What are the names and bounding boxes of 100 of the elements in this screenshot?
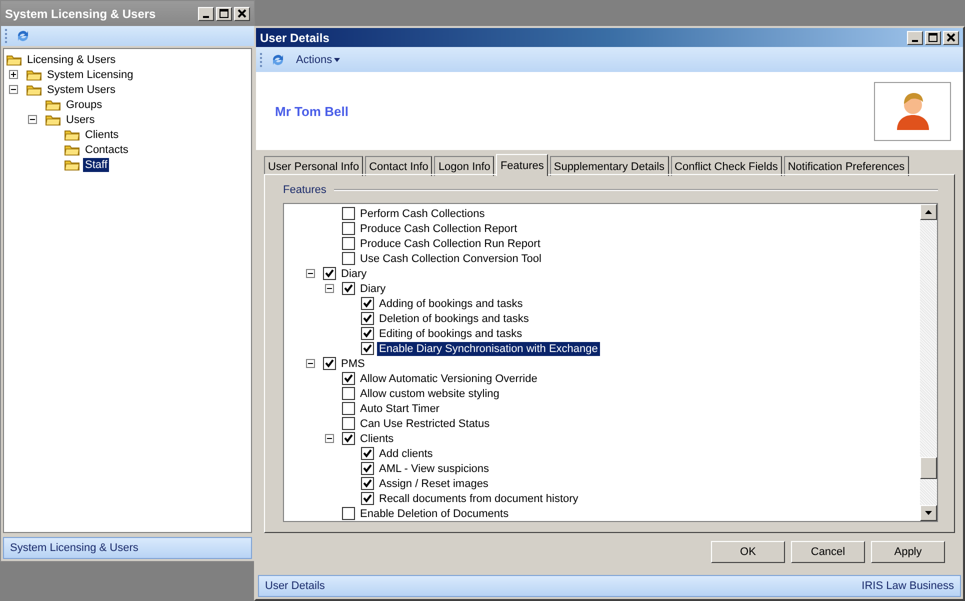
group-title: Features: [283, 184, 326, 196]
scroll-thumb[interactable]: [920, 457, 937, 479]
minimize-button[interactable]: [198, 6, 214, 20]
collapse-icon[interactable]: [325, 434, 334, 443]
feature-item[interactable]: PMS: [339, 356, 367, 370]
folder-icon: [45, 113, 61, 126]
scroll-down-button[interactable]: [920, 505, 937, 521]
folder-icon: [64, 143, 80, 156]
maximize-button[interactable]: [216, 6, 232, 20]
tree-item[interactable]: Contacts: [83, 142, 130, 156]
tab[interactable]: User Personal Info: [264, 156, 364, 176]
feature-item[interactable]: Use Cash Collection Conversion Tool: [358, 252, 544, 266]
down-arrow-icon: [925, 511, 932, 515]
feature-item[interactable]: Deletion of bookings and tasks: [377, 312, 531, 326]
tree-item[interactable]: Users: [64, 112, 97, 126]
collapse-icon[interactable]: [325, 284, 334, 293]
checkbox[interactable]: [342, 237, 355, 250]
feature-item[interactable]: Auto Start Timer: [358, 402, 442, 416]
feature-item[interactable]: Editing of bookings and tasks: [377, 326, 524, 340]
feature-item[interactable]: Enable Diary Synchronisation with Exchange: [377, 342, 600, 356]
feature-item[interactable]: Recall documents from document history: [377, 492, 580, 506]
folder-icon: [6, 53, 22, 66]
checkbox[interactable]: [361, 462, 374, 475]
checkbox[interactable]: [361, 492, 374, 505]
maximize-button[interactable]: [925, 30, 941, 44]
toolbar-grip: [5, 29, 9, 43]
checkbox[interactable]: [323, 357, 336, 370]
actions-menu-button[interactable]: Actions: [292, 52, 344, 68]
feature-item[interactable]: Clients: [358, 432, 396, 446]
tree-item[interactable]: Licensing & Users: [25, 52, 118, 66]
feature-item[interactable]: Assign / Reset images: [377, 476, 490, 490]
tree-item[interactable]: Staff: [83, 158, 110, 172]
collapse-icon[interactable]: [306, 269, 315, 278]
feature-item[interactable]: Can Use Restricted Status: [358, 416, 492, 430]
checkmark-icon: [344, 284, 353, 293]
close-button[interactable]: [943, 30, 959, 44]
tree-item[interactable]: Groups: [64, 98, 104, 112]
checkbox[interactable]: [323, 267, 336, 280]
folder-icon: [64, 158, 80, 171]
checkbox[interactable]: [342, 417, 355, 430]
tab[interactable]: Conflict Check Fields: [670, 156, 782, 176]
tab[interactable]: Features: [496, 154, 548, 176]
feature-item[interactable]: Enable Deletion of Documents: [358, 506, 511, 520]
dialog-button[interactable]: OK: [711, 541, 785, 563]
collapse-icon[interactable]: [9, 85, 18, 94]
feature-item[interactable]: Diary: [358, 282, 388, 296]
feature-item[interactable]: Allow Automatic Versioning Override: [358, 372, 540, 386]
minimize-icon: [912, 40, 918, 42]
window-title: User Details: [260, 30, 330, 44]
toolbar-grip: [260, 52, 264, 66]
dialog-button[interactable]: Apply: [871, 541, 945, 563]
checkbox[interactable]: [361, 342, 374, 355]
scroll-up-button[interactable]: [920, 204, 937, 220]
checkbox[interactable]: [342, 432, 355, 445]
refresh-icon: [15, 28, 31, 44]
close-button[interactable]: [234, 6, 250, 20]
collapse-icon[interactable]: [306, 359, 315, 368]
feature-item[interactable]: Produce Cash Collection Run Report: [358, 236, 542, 250]
tab[interactable]: Notification Preferences: [784, 156, 909, 176]
checkbox[interactable]: [361, 447, 374, 460]
close-icon: [946, 33, 956, 42]
feature-item[interactable]: AML - View suspicions: [377, 462, 492, 476]
tab[interactable]: Supplementary Details: [550, 156, 669, 176]
dialog-button[interactable]: Cancel: [791, 541, 865, 563]
minimize-icon: [203, 16, 209, 18]
checkbox[interactable]: [342, 207, 355, 220]
tab[interactable]: Logon Info: [434, 156, 494, 176]
close-icon: [237, 9, 247, 18]
checkbox[interactable]: [342, 222, 355, 235]
tree-item[interactable]: System Users: [45, 82, 118, 96]
checkmark-icon: [325, 269, 334, 278]
user-name: Mr Tom Bell: [275, 104, 348, 118]
checkbox[interactable]: [342, 507, 355, 520]
expand-icon[interactable]: [9, 70, 18, 79]
collapse-icon[interactable]: [28, 115, 37, 124]
checkbox[interactable]: [361, 327, 374, 340]
feature-item[interactable]: Add clients: [377, 446, 435, 460]
checkbox[interactable]: [361, 297, 374, 310]
checkbox[interactable]: [342, 372, 355, 385]
feature-item[interactable]: Diary: [339, 266, 369, 280]
maximize-icon: [219, 9, 229, 18]
checkbox[interactable]: [361, 477, 374, 490]
feature-item[interactable]: Produce Cash Collection Report: [358, 222, 520, 236]
tree-item[interactable]: Clients: [83, 128, 121, 142]
checkbox[interactable]: [342, 282, 355, 295]
minimize-button[interactable]: [907, 30, 923, 44]
checkbox[interactable]: [361, 312, 374, 325]
status-text: IRIS Law Business: [862, 580, 954, 592]
maximize-icon: [928, 33, 938, 42]
tab[interactable]: Contact Info: [365, 156, 432, 176]
feature-item[interactable]: Allow custom website styling: [358, 386, 502, 400]
checkbox[interactable]: [342, 252, 355, 265]
scrollbar[interactable]: [920, 204, 937, 521]
feature-item[interactable]: Perform Cash Collections: [358, 206, 487, 220]
checkbox[interactable]: [342, 402, 355, 415]
tree-item[interactable]: System Licensing: [45, 68, 136, 82]
refresh-button[interactable]: [15, 28, 31, 44]
feature-item[interactable]: Adding of bookings and tasks: [377, 296, 525, 310]
checkbox[interactable]: [342, 387, 355, 400]
folder-icon: [64, 128, 80, 141]
